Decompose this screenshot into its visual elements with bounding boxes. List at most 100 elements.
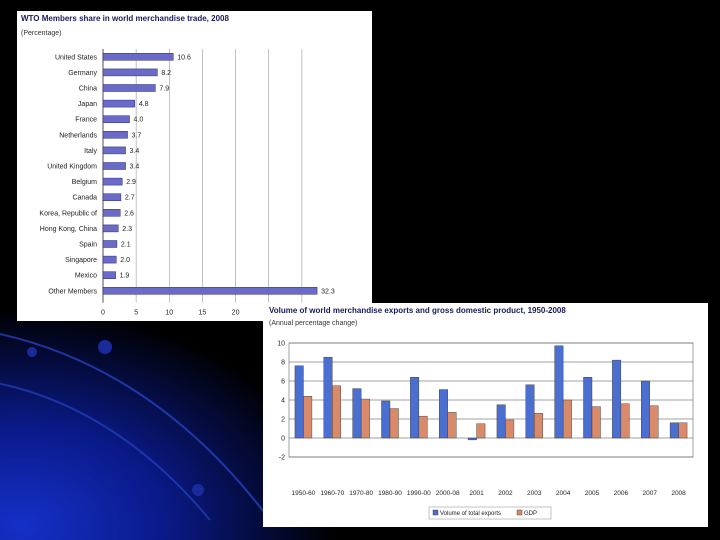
category-label: Japan	[78, 101, 97, 108]
value-label: 32.3	[321, 288, 335, 295]
chart1-title: WTO Members share in world merchandise t…	[21, 14, 229, 23]
bar	[102, 287, 318, 295]
value-label: 10.6	[177, 54, 191, 61]
category-label: Hong Kong, China	[40, 226, 97, 233]
export-bar	[554, 345, 564, 439]
x-tick-label: 1970-80	[349, 490, 373, 497]
gdp-bar	[591, 406, 601, 439]
decorative-orb	[27, 347, 37, 357]
y-tick-label: 0	[281, 436, 285, 443]
exports-gdp-chart-panel: Volume of world merchandise exports and …	[263, 303, 708, 527]
gdp-bar	[505, 419, 515, 439]
category-label: Korea, Republic of	[39, 210, 97, 217]
y-tick-label: 4	[281, 398, 285, 405]
gdp-bar	[620, 403, 630, 439]
export-bar	[612, 359, 622, 439]
category-label: Germany	[68, 70, 97, 77]
gdp-bar	[534, 413, 543, 439]
chart2-title: Volume of world merchandise exports and …	[269, 306, 566, 315]
x-tick-label: 10	[165, 310, 173, 317]
x-tick-label: 2000-08	[436, 490, 460, 497]
bar	[102, 84, 156, 92]
bar	[102, 209, 121, 217]
x-tick-label: 1960-70	[320, 490, 344, 497]
bar	[102, 131, 128, 139]
legend-swatch-exports	[432, 509, 439, 516]
exports-gdp-bar-chart: -2 0 2 4 6 8 10 1950-60 1960-70 1970-80 1980-90 199…	[277, 341, 694, 520]
export-bar	[525, 384, 535, 439]
bar	[102, 177, 123, 186]
gdp-bar	[360, 398, 370, 439]
export-bar	[439, 389, 448, 439]
bar	[102, 224, 119, 233]
x-tick-label: 1990-00	[407, 490, 431, 497]
bar	[102, 68, 158, 77]
x-tick-label: 5	[134, 310, 138, 317]
wto-share-chart-panel: WTO Members share in world merchandise t…	[17, 11, 372, 321]
value-label: 7.9	[159, 86, 169, 93]
x-tick-label: 0	[101, 310, 105, 317]
value-label: 1.9	[120, 273, 130, 280]
category-label: Canada	[72, 195, 97, 202]
y-tick-label: 8	[281, 360, 285, 367]
gdp-bar	[649, 405, 659, 439]
y-tick-label: -2	[279, 455, 285, 462]
value-label: 8.2	[161, 70, 171, 77]
chart2-subtitle: (Annual percentage change)	[269, 320, 358, 327]
y-tick-label: 10	[277, 341, 285, 348]
gdp-bar	[678, 422, 688, 439]
category-label: United Kingdom	[47, 164, 97, 171]
x-tick-label: 20	[232, 310, 240, 317]
category-label: Italy	[84, 148, 97, 155]
gdp-bar	[389, 408, 399, 439]
gdp-bar	[303, 395, 313, 439]
export-bar	[669, 422, 679, 439]
category-label: Singapore	[65, 257, 97, 264]
x-tick-label: 2005	[585, 490, 600, 497]
export-bar	[583, 376, 593, 439]
bar	[102, 240, 118, 248]
x-tick-label: 1950-60	[291, 490, 315, 497]
x-tick-label: 2008	[671, 490, 686, 497]
legend-label-exports: Volume of total exports	[440, 511, 501, 517]
export-bar	[410, 376, 420, 439]
wto-share-bar-chart: United States 10.6 Germany 8.2 China 7.9 Japan…	[39, 49, 335, 317]
legend: Volume of total exports GDP	[428, 506, 552, 520]
decorative-orb	[192, 484, 204, 496]
bar	[102, 53, 174, 61]
gdp-bar	[447, 412, 457, 439]
export-bar	[323, 357, 333, 439]
category-label: Belgium	[72, 179, 97, 186]
export-bar	[294, 365, 304, 439]
y-tick-label: 2	[281, 417, 285, 424]
category-label: Netherlands	[59, 132, 97, 139]
legend-label-gdp: GDP	[524, 511, 537, 517]
gdp-bar	[418, 415, 428, 439]
value-label: 2.6	[124, 210, 134, 217]
bar	[102, 162, 126, 170]
bar	[102, 146, 126, 155]
category-label: Mexico	[75, 273, 97, 280]
x-tick-label: 15	[199, 310, 207, 317]
value-label: 2.0	[120, 257, 130, 264]
value-label: 3.4	[130, 148, 140, 155]
bar	[102, 193, 122, 201]
decorative-orb	[98, 340, 112, 354]
export-bar	[467, 437, 477, 441]
value-label: 4.8	[139, 101, 149, 108]
legend-swatch-gdp	[516, 509, 523, 516]
bar	[102, 115, 130, 123]
value-label: 2.9	[126, 179, 136, 186]
category-label: China	[79, 86, 97, 93]
gdp-bar	[332, 385, 341, 439]
x-tick-label: 2006	[614, 490, 629, 497]
x-tick-label: 1980-90	[378, 490, 402, 497]
bar	[102, 255, 117, 264]
value-label: 3.7	[132, 132, 142, 139]
x-tick-label: 2001	[469, 490, 484, 497]
value-label: 2.1	[121, 242, 131, 249]
x-tick-label: 2002	[498, 490, 513, 497]
category-label: Other Members	[48, 288, 97, 295]
y-tick-label: 6	[281, 379, 285, 386]
value-label: 4.0	[134, 117, 144, 124]
